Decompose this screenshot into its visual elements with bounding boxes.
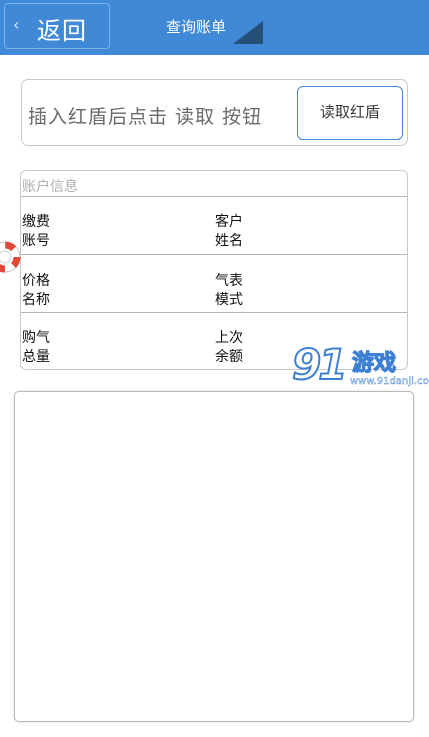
field-label-meter-mode: 气表 模式 (215, 273, 243, 308)
account-info-title: 账户信息 (22, 179, 78, 195)
chevron-left-icon: ‹ (13, 15, 20, 34)
back-button-label: 返回 (37, 17, 87, 45)
field-label-previous-balance: 上次 余额 (215, 330, 243, 365)
bill-result-area[interactable] (14, 391, 414, 722)
corner-triangle-icon (233, 21, 263, 44)
read-card-button[interactable]: 读取红盾 (297, 86, 403, 140)
watermark-url: www.91danji.com (350, 376, 429, 387)
field-label-customer-name: 客户 姓名 (215, 214, 243, 249)
divider (21, 254, 407, 255)
read-card-hint: 插入红盾后点击 读取 按钮 (28, 106, 263, 128)
watermark-name: 游戏 (351, 350, 397, 376)
top-bar: ‹ 返回 查询账单 (0, 0, 429, 55)
lifebuoy-icon[interactable] (0, 240, 22, 274)
field-label-payment-account: 缴费 账号 (22, 214, 50, 249)
read-card-panel: 插入红盾后点击 读取 按钮 读取红盾 (21, 79, 408, 146)
field-label-total-gas-purchased: 购气 总量 (22, 330, 50, 365)
back-button[interactable]: ‹ 返回 (4, 3, 110, 49)
field-label-price-name: 价格 名称 (22, 273, 50, 308)
watermark-mark: 91 (291, 339, 348, 390)
divider (21, 312, 407, 313)
watermark-logo: 91 游戏 www.91danji.com (291, 339, 429, 395)
divider (21, 196, 407, 197)
page-title: 查询账单 (166, 18, 227, 36)
